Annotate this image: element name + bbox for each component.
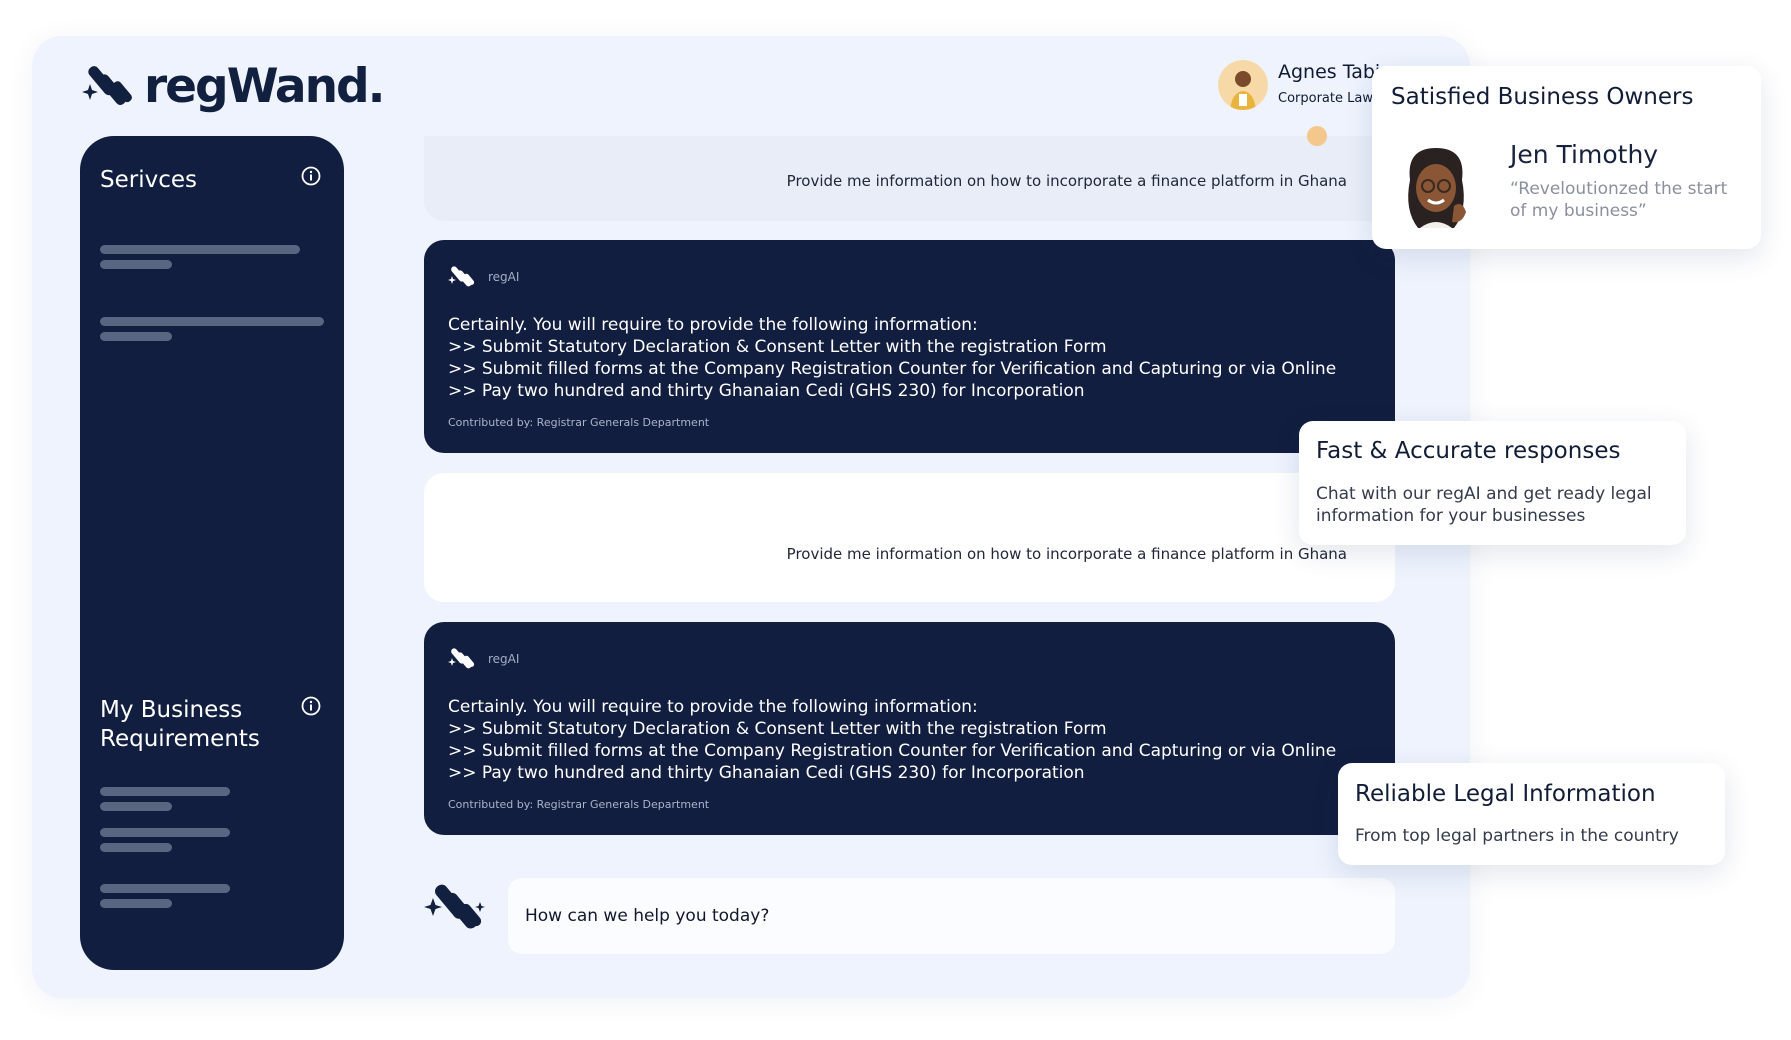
feature-card-title: Reliable Legal Information [1355, 781, 1656, 807]
regai-logo-icon [448, 266, 475, 287]
user-profile[interactable]: Agnes Tabi Corporate Lawyer [1218, 60, 1394, 110]
customer-name: Jen Timothy [1510, 140, 1659, 169]
ai-message-line: Certainly. You will require to provide t… [448, 697, 978, 717]
requirement-placeholder-bar [100, 843, 172, 852]
ai-message-body: Certainly. You will require to provide t… [448, 314, 1336, 402]
feature-card-fast: Fast & Accurate responses Chat with our … [1299, 421, 1686, 545]
chat-input[interactable] [508, 878, 1395, 954]
ai-message-line: >> Submit filled forms at the Company Re… [448, 359, 1337, 379]
regai-logo-icon [448, 648, 475, 669]
ai-contributor: Contributed by: Registrar Generals Depar… [448, 798, 710, 811]
service-placeholder-bar [100, 260, 172, 269]
service-placeholder-bar [100, 317, 324, 326]
user-avatar [1218, 60, 1268, 110]
service-placeholder-bar [100, 332, 172, 341]
sidebar: Serivces My Business Requirements [80, 136, 344, 970]
customer-avatar [1408, 148, 1466, 228]
service-placeholder-bar [100, 245, 300, 254]
feature-card-text: Chat with our regAI and get ready legal … [1316, 484, 1652, 526]
app-window: regWand. Agnes Tabi Corporate Lawyer Ser… [32, 36, 1470, 998]
testimonial-card: Satisfied Business Owners Jen Timothy “R… [1372, 66, 1761, 249]
customer-quote: “Reveloutionzed the start of my business… [1510, 179, 1728, 221]
user-message: Provide me information on how to incorpo… [424, 126, 1395, 221]
regwand-logo-icon [82, 66, 132, 105]
requirement-placeholder-bar [100, 802, 172, 811]
ai-name: regAI [488, 270, 520, 284]
ai-message-header: regAI [448, 644, 519, 674]
feature-card-title: Fast & Accurate responses [1316, 438, 1621, 464]
ai-message: regAI Certainly. You will require to pro… [424, 622, 1395, 835]
info-icon[interactable] [301, 696, 321, 716]
ai-message-body: Certainly. You will require to provide t… [448, 696, 1336, 784]
requirements-title-line: Requirements [100, 726, 260, 752]
requirement-placeholder-bar [100, 899, 172, 908]
requirements-title-line: My Business [100, 697, 243, 723]
ai-message: regAI Certainly. You will require to pro… [424, 240, 1395, 453]
regai-sparkle-icon [424, 884, 485, 929]
requirement-placeholder-bar [100, 828, 230, 837]
ai-message-line: >> Pay two hundred and thirty Ghanaian C… [448, 763, 1085, 783]
requirement-placeholder-bar [100, 884, 230, 893]
user-mini-avatar [1307, 126, 1327, 146]
brand-logo[interactable]: regWand. [82, 58, 386, 114]
ai-message-line: >> Submit Statutory Declaration & Consen… [448, 337, 1107, 357]
user-message-text: Provide me information on how to incorpo… [786, 545, 1347, 563]
requirement-placeholder-bar [100, 787, 230, 796]
ai-message-line: Certainly. You will require to provide t… [448, 315, 978, 335]
user-message-text: Provide me information on how to incorpo… [786, 172, 1347, 190]
ai-message-header: regAI [448, 262, 519, 292]
ai-message-line: >> Submit filled forms at the Company Re… [448, 741, 1337, 761]
services-title: Serivces [100, 167, 197, 193]
ai-message-line: >> Submit Statutory Declaration & Consen… [448, 719, 1107, 739]
feature-card-reliable: Reliable Legal Information From top lega… [1338, 763, 1725, 865]
requirements-title: My Business Requirements [100, 696, 260, 754]
feature-card-text: From top legal partners in the country [1355, 826, 1679, 846]
testimonial-card-title: Satisfied Business Owners [1391, 84, 1694, 110]
user-message: Provide me information on how to incorpo… [424, 473, 1395, 602]
ai-message-line: >> Pay two hundred and thirty Ghanaian C… [448, 381, 1085, 401]
ai-contributor: Contributed by: Registrar Generals Depar… [448, 416, 710, 429]
ai-name: regAI [488, 652, 520, 666]
brand-name: regWand. [144, 58, 386, 114]
info-icon[interactable] [301, 166, 321, 186]
marketing-showcase: regWand. Agnes Tabi Corporate Lawyer Ser… [0, 0, 1791, 1040]
